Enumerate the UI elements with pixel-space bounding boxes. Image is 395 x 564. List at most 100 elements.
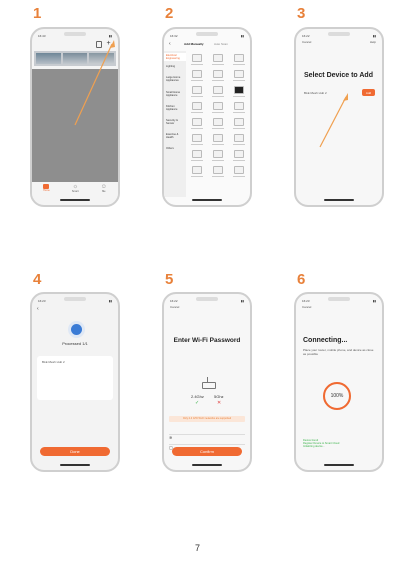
device-tile[interactable] [209,166,227,180]
device-tile-icon [213,102,223,110]
wifi-password-field[interactable]: ▢ [169,436,245,450]
device-tile[interactable] [230,166,248,180]
cancel-link[interactable]: Cancel [302,305,311,310]
device-tile[interactable] [188,102,206,116]
device-tile-icon [213,86,223,94]
band-5: 5Ghz [214,394,224,399]
device-tile-icon [192,166,202,174]
phone-screen-2: 16:32 ▮▮ ‹ Add Manually Auto Scan Electr… [162,27,252,207]
tab-auto-scan[interactable]: Auto Scan [214,42,228,46]
wifi-ssid-field[interactable]: ≋ [169,426,245,440]
step-number-1: 1 [33,5,42,22]
cancel-link[interactable]: Cancel [170,305,179,310]
device-tile-icon [192,150,202,158]
device-name: BLE Mesh Hub 2 [42,360,65,364]
device-tile-label [191,128,203,129]
device-tile[interactable] [230,150,248,164]
device-tile[interactable] [188,54,206,68]
device-tile[interactable] [188,150,206,164]
device-tile-label [191,176,203,177]
band-24: 2.4Ghz [191,394,204,399]
tab-me[interactable]: ☺ Me [101,184,107,193]
category-item[interactable]: Small Home Appliance [164,87,186,101]
device-tile-label [212,128,224,129]
device-tile-label [212,96,224,97]
device-tile-label [191,64,203,65]
category-item[interactable]: Large Home Appliances [164,72,186,86]
scan-icon[interactable] [96,41,102,48]
device-tile[interactable] [209,102,227,116]
help-link[interactable]: Help [370,40,376,45]
phone-screen-6: 16:23 ▮▮ Cancel Connecting... Place your… [294,292,384,472]
home-indicator [192,464,222,466]
device-tile[interactable] [188,86,206,100]
device-tile[interactable] [209,70,227,84]
back-icon[interactable]: ‹ [37,306,39,312]
category-item[interactable]: Lighting [164,61,186,72]
add-device-button[interactable]: + [105,40,112,47]
tab-smart[interactable]: ☼ Smart [72,184,79,193]
device-tile[interactable] [230,118,248,132]
device-tile[interactable] [209,134,227,148]
device-tile[interactable] [188,134,206,148]
device-tile[interactable] [209,118,227,132]
processed-status: Processed 1/1 [62,341,88,346]
device-tile-label [233,80,245,81]
tab-home[interactable]: Home [43,184,50,192]
home-indicator [60,464,90,466]
device-tile-label [212,80,224,81]
category-item[interactable]: Others [164,143,186,154]
progress-label: 100% [330,393,344,399]
status-bar: 16:32 ▮▮ [170,33,244,39]
device-tile[interactable] [209,86,227,100]
device-tile-icon [234,134,244,142]
device-tile-icon [213,54,223,62]
device-card: BLE Mesh Hub 2 [37,356,113,400]
step-number-4: 4 [33,271,42,288]
cancel-link[interactable]: Cancel [302,40,311,45]
confirm-button[interactable]: Confirm [172,447,242,456]
category-item[interactable]: Security & Sensor [164,115,186,129]
phone-screen-1: 16:43 ▮▮ + Home ☼ Smart ☺ Me [30,27,120,207]
status-bar: 16:23 ▮▮ [38,298,112,304]
check-icon: ✓ [195,400,200,406]
status-time: 16:23 [302,299,310,303]
room-image [89,53,115,64]
tab-bar: Home ☼ Smart ☺ Me [32,182,118,198]
device-tile[interactable] [230,54,248,68]
category-item[interactable]: Exercise & Health [164,129,186,143]
device-tile[interactable] [230,134,248,148]
device-tile[interactable] [188,118,206,132]
device-tile-icon [213,150,223,158]
device-tile-icon [234,54,244,62]
status-bar: 16:23 ▮▮ [302,298,376,304]
back-icon[interactable]: ‹ [169,41,171,47]
device-tile[interactable] [230,86,248,100]
device-tile[interactable] [209,54,227,68]
device-tile-label [212,160,224,161]
device-tile[interactable] [230,70,248,84]
device-tile-label [233,64,245,65]
category-item[interactable]: Kitchen Appliance [164,101,186,115]
status-icons: ▮▮ [372,34,376,38]
device-tile[interactable] [188,166,206,180]
device-tile-label [191,160,203,161]
tab-add-manually[interactable]: Add Manually [184,42,204,46]
category-item[interactable]: Electrical Engineering [164,53,186,62]
step-number-2: 2 [165,5,174,22]
device-icon [71,324,82,335]
device-grid [188,54,248,196]
device-tile[interactable] [209,150,227,164]
device-tile-icon [192,54,202,62]
device-tile-icon [192,86,202,94]
device-tile-label [212,112,224,113]
done-button[interactable]: Done [40,447,110,456]
device-tile[interactable] [188,70,206,84]
device-tile-icon [213,70,223,78]
add-device-button[interactable]: Add [362,89,375,96]
device-tile[interactable] [230,102,248,116]
tab-label: Smart [71,190,79,193]
device-tile-icon [192,118,202,126]
device-tile-label [191,112,203,113]
phone-screen-5: 16:22 ▮▮ Cancel Enter Wi-Fi Password 2.4… [162,292,252,472]
